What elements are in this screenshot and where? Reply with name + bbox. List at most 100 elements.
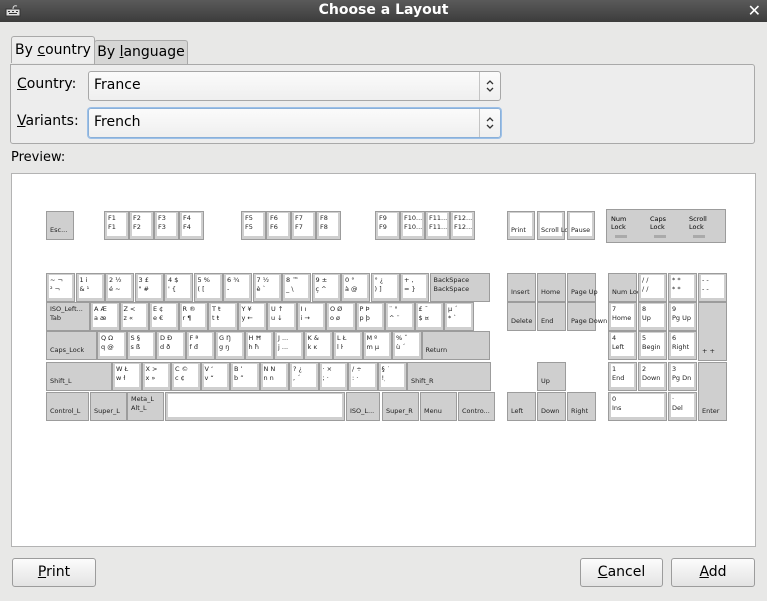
- country-combobox[interactable]: France: [88, 71, 501, 101]
- keyboard-key: F1 F1: [104, 211, 129, 240]
- keyboard-key: O Øo ø: [326, 302, 356, 331]
- keyboard-key: V ‘v “: [200, 362, 230, 391]
- keyboard-key: F6 F6: [266, 211, 291, 240]
- window-title: Choose a Layout: [318, 2, 449, 18]
- keyboard-key: F2 F2: [129, 211, 154, 240]
- add-button[interactable]: Add: [671, 558, 755, 587]
- keyboard-key: 6 Right: [668, 331, 697, 360]
- keyboard-key: 8 Up: [638, 302, 667, 331]
- keyboard-key: Print: [507, 211, 535, 240]
- keyboard-key: 5 %( [: [193, 273, 223, 302]
- keyboard-key: ¨ ° ^ ¨: [385, 302, 415, 331]
- tab-by-country[interactable]: By country: [11, 36, 95, 63]
- keyboard-key: 5 Begin: [638, 331, 667, 360]
- keyboard-key: Insert: [507, 273, 536, 302]
- keyboard-key: Page Up: [567, 273, 598, 302]
- keyboard-key: 3 £ " #: [134, 273, 164, 302]
- keyboard-key: I ıi →: [296, 302, 326, 331]
- keyboard-key: Super_R: [382, 392, 419, 421]
- keyboard-key: 4 $ ' {: [164, 273, 193, 302]
- keyboard-preview: Esc... F1 F1 F2 F2 F3 F3 F4 F4 F5 F5 F6 F6 F7 F7 F8 F8 F9…: [11, 173, 756, 547]
- keyboard-key: + +: [698, 302, 727, 361]
- keyboard-key: Shift_L: [46, 362, 112, 391]
- keyboard-key: L Łl ŀ: [333, 331, 363, 360]
- keyboard-key: µ ´ * `: [444, 302, 474, 331]
- keyboard-key: N Nn n: [259, 362, 289, 391]
- keyboard-key: D Ðd ð: [156, 331, 186, 360]
- keyboard-key: Return: [421, 331, 490, 360]
- keyboard-key: £ ¯ $ ¤: [414, 302, 444, 331]
- keyboard-key: Down: [537, 392, 566, 421]
- keyboard-key: * * * *: [668, 273, 697, 302]
- keyboard-key: P Þp þ: [355, 302, 385, 331]
- keyboard-key: B ’ b ”: [230, 362, 260, 391]
- keyboard-key: Shift_R: [407, 362, 491, 391]
- keyboard-key: A Æa æ: [90, 302, 120, 331]
- keyboard-key: ? ¿, ´: [289, 362, 319, 391]
- keyboard-key: F ªf đ: [185, 331, 215, 360]
- keyboard-key: F4 F4: [179, 211, 204, 240]
- keyboard-key: ~ ¬ ² ¬: [46, 273, 75, 302]
- keyboard-key: E ¢ e €: [149, 302, 179, 331]
- keyboard-key: / / / /: [638, 273, 667, 302]
- keyboard-key: ISO_L...: [346, 392, 380, 421]
- keyboard-key: 3 Pg Dn: [668, 362, 697, 391]
- keyboard-key: S § s ß: [126, 331, 156, 360]
- keyboard-key: Right: [567, 392, 596, 421]
- keyboard-key: X > x »: [141, 362, 171, 391]
- keyboard-key: Control_L: [46, 392, 89, 421]
- print-button[interactable]: Print: [12, 558, 96, 587]
- close-icon[interactable]: ✕: [748, 1, 761, 20]
- keyboard-key: F11... F11...: [425, 211, 450, 240]
- keyboard-key: Caps_Lock: [46, 331, 97, 360]
- keyboard-key: 7 Home: [608, 302, 637, 331]
- keyboard-key: F12... F12...: [450, 211, 475, 240]
- keyboard-key: C © c ¢: [171, 362, 201, 391]
- keyboard-key: F5 F5: [241, 211, 266, 240]
- keyboard-key: 2 Down: [638, 362, 667, 391]
- keyboard-key: Page Down: [567, 302, 607, 331]
- keyboard-key: T ŧt ŧ: [208, 302, 238, 331]
- keyboard-key: 4 Left: [608, 331, 637, 360]
- country-value: France: [94, 77, 141, 93]
- lock-indicator-label: Num Lock: [611, 215, 627, 231]
- keyboard-key: F9 F9: [375, 211, 400, 240]
- keyboard-key: + , = }: [400, 273, 429, 302]
- keyboard-key: / ÷: ·: [348, 362, 378, 391]
- lock-indicator-label: Scroll Lock: [689, 215, 707, 231]
- keyboard-key: Menu: [420, 392, 457, 421]
- keyboard-key: · Del: [668, 392, 697, 421]
- keyboard-key: Num Lock: [608, 273, 644, 302]
- keyboard-key: Scroll Lock: [537, 211, 576, 240]
- variants-value: French: [94, 114, 141, 130]
- tab-by-language[interactable]: By language: [94, 40, 188, 64]
- keyboard-key: % ˇù ´: [392, 331, 422, 360]
- keyboard-key: H Ħh ħ: [244, 331, 274, 360]
- keyboard-key: 9 ± ç ^: [311, 273, 341, 302]
- keyboard-key: ISO_Left... Tab: [46, 302, 90, 331]
- keyboard-key: R ® r ¶: [178, 302, 208, 331]
- keyboard-key: Enter: [698, 362, 727, 421]
- keyboard-key: Z < z «: [119, 302, 149, 331]
- keyboard-key: End: [537, 302, 566, 331]
- keyboard-key: Up: [537, 362, 566, 391]
- keyboard-key: Y ¥ y ←: [237, 302, 267, 331]
- keyboard-key: F7 F7: [291, 211, 316, 240]
- keyboard-key: F3 F3: [154, 211, 179, 240]
- keyboard-key: 8 ™ _ \: [282, 273, 311, 302]
- variants-combobox[interactable]: French: [88, 108, 501, 138]
- keyboard-key: K & k ĸ: [303, 331, 333, 360]
- cancel-button[interactable]: Cancel: [580, 558, 663, 587]
- keyboard-key: Super_L: [90, 392, 127, 421]
- variants-label: Variants:: [17, 113, 79, 129]
- keyboard-key: Meta_L Alt_L: [127, 392, 164, 421]
- keyboard-key: F8 F8: [316, 211, 341, 240]
- country-label: Country:: [17, 76, 77, 92]
- keyboard-key: Pause: [567, 211, 595, 240]
- keyboard-key: Home: [537, 273, 566, 302]
- keyboard-key: 0 ° à @: [341, 273, 370, 302]
- lock-indicators: Num Lock Caps Lock Scroll Lock: [606, 209, 726, 243]
- keyboard-key: Esc...: [46, 211, 74, 240]
- updown-arrow-icon: [479, 72, 500, 100]
- keyboard-key: Contro...: [458, 392, 495, 421]
